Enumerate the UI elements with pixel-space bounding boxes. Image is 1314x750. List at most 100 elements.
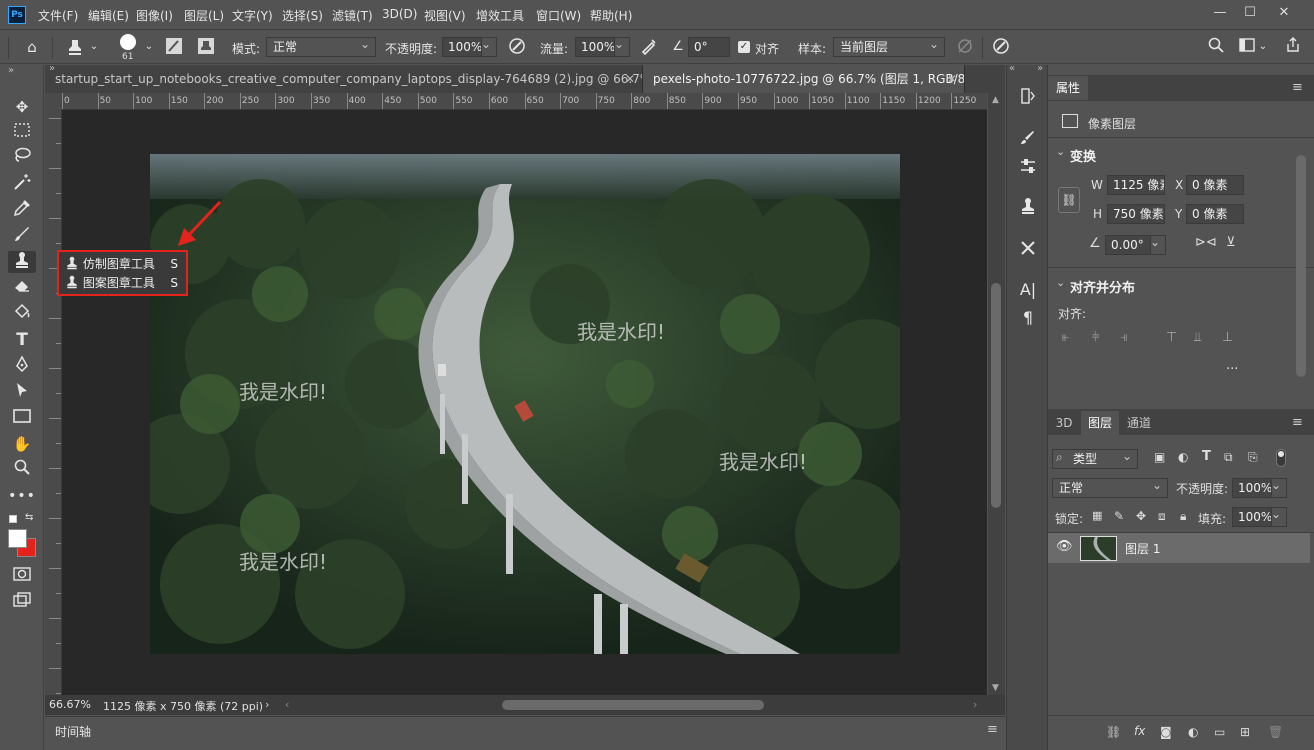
lock-transparent-icon[interactable]: ▦ (1092, 509, 1102, 522)
filter-shape-icon[interactable]: ⧉ (1224, 450, 1233, 465)
menu-type[interactable]: 文字(Y) (232, 7, 273, 24)
foreground-color-swatch[interactable] (8, 529, 27, 548)
y-input[interactable]: 0 像素 (1186, 204, 1244, 224)
close-icon[interactable]: ✕ (947, 72, 957, 86)
pressure-size-icon[interactable] (990, 37, 1012, 60)
home-icon[interactable]: ⌂ (20, 37, 44, 57)
scroll-thumb[interactable] (991, 283, 1001, 508)
transform-section-title[interactable]: 变换 (1070, 146, 1096, 165)
document-image[interactable]: 我是水印! 我是水印! 我是水印! 我是水印! (150, 154, 900, 654)
menu-plugins[interactable]: 增效工具 (476, 7, 524, 24)
tab-layers[interactable]: 图层 (1081, 411, 1119, 435)
rectangle-tool-icon[interactable] (8, 407, 36, 429)
clone-source-panel-icon[interactable] (1017, 197, 1039, 219)
menu-3d[interactable]: 3D(D) (382, 7, 417, 21)
scroll-up-icon[interactable]: ▲ (992, 95, 999, 105)
airbrush-icon[interactable] (638, 37, 660, 60)
layer-opacity-input[interactable]: 100% (1232, 478, 1272, 498)
more-options-icon[interactable]: ... (1226, 358, 1238, 373)
mode-select[interactable]: 正常 (266, 35, 376, 57)
height-input[interactable]: 750 像素 (1107, 204, 1165, 224)
layer-style-icon[interactable]: fx (1134, 724, 1145, 738)
expand-icon[interactable]: « (1009, 63, 1015, 74)
tab-3d[interactable]: 3D (1048, 411, 1080, 435)
new-layer-icon[interactable]: ⊞ (1240, 725, 1250, 739)
eraser-tool-icon[interactable] (8, 277, 36, 299)
fill-dropdown[interactable] (1271, 505, 1287, 527)
chevron-down-icon[interactable]: ⌄ (143, 37, 155, 57)
scroll-right-icon[interactable]: › (973, 698, 977, 711)
eyedropper-tool-icon[interactable] (8, 199, 36, 221)
width-input[interactable]: 1125 像素 (1107, 175, 1165, 195)
path-selection-tool-icon[interactable] (8, 381, 36, 403)
tab-document-1[interactable]: startup_start_up_notebooks_creative_comp… (45, 65, 643, 93)
brush-tool-icon[interactable] (8, 225, 36, 247)
default-colors-icon[interactable] (9, 515, 17, 523)
visibility-eye-icon[interactable]: 👁︎ (1056, 539, 1073, 554)
delete-layer-icon[interactable]: 🗑︎ (1268, 725, 1283, 739)
search-icon[interactable] (1205, 37, 1227, 58)
align-top-icon[interactable]: ⊤ (1166, 330, 1177, 345)
filter-adjustment-icon[interactable]: ◐ (1178, 450, 1188, 464)
layer-filter-select[interactable]: 类型 (1052, 447, 1138, 469)
tab-document-2[interactable]: pexels-photo-10776722.jpg @ 66.7% (图层 1,… (643, 65, 965, 93)
align-center-h-icon[interactable]: ⫩ (1092, 330, 1099, 345)
ignore-adjustment-icon[interactable] (954, 37, 976, 60)
chevron-down-icon[interactable]: ⌄ (1056, 145, 1065, 158)
sample-select[interactable]: 当前图层 (833, 35, 945, 57)
chevron-down-icon[interactable]: ⌄ (88, 37, 100, 57)
filter-type-icon[interactable]: T (1202, 449, 1211, 464)
horizontal-scroll-thumb[interactable] (502, 700, 764, 710)
swap-colors-icon[interactable]: ⇆ (25, 512, 33, 523)
screen-mode-icon[interactable] (8, 592, 36, 614)
opacity-input[interactable]: 100% (442, 37, 482, 57)
pressure-opacity-icon[interactable] (506, 37, 528, 60)
flip-horizontal-icon[interactable]: ⊳⊲ (1195, 235, 1217, 250)
magic-wand-tool-icon[interactable] (8, 173, 36, 195)
menu-view[interactable]: 视图(V) (424, 7, 466, 24)
clone-stamp-preset-icon[interactable] (62, 37, 88, 62)
scroll-left-icon[interactable]: ‹ (285, 698, 289, 711)
brush-preview-icon[interactable] (120, 34, 136, 50)
layer-row[interactable]: 👁︎ 图层 1 (1048, 533, 1310, 563)
vertical-scrollbar[interactable]: ▲ ▼ (988, 93, 1005, 695)
character-panel-icon[interactable]: A| (1017, 279, 1039, 301)
chevron-right-icon[interactable]: › (265, 698, 269, 711)
layer-name[interactable]: 图层 1 (1125, 540, 1160, 557)
aligned-checkbox[interactable]: ✓ (738, 41, 750, 53)
zoom-tool-icon[interactable] (8, 459, 36, 481)
timeline-tab[interactable]: 时间轴 (55, 723, 91, 740)
flyout-item-clone-stamp[interactable]: 仿制图章工具 S (65, 255, 186, 273)
clone-source-icon[interactable] (195, 37, 217, 60)
angle-input[interactable]: 0° (688, 37, 730, 57)
blend-mode-select[interactable]: 正常 (1052, 476, 1168, 498)
collapse-toolbar-icon[interactable]: » (8, 65, 14, 76)
minimize-button[interactable]: — (1206, 3, 1234, 25)
align-center-v-icon[interactable]: ⫫ (1194, 330, 1201, 345)
brush-panel-icon[interactable] (1017, 129, 1039, 151)
filter-toggle[interactable] (1276, 449, 1286, 467)
lasso-tool-icon[interactable] (8, 147, 36, 169)
paragraph-panel-icon[interactable]: ¶ (1017, 307, 1039, 329)
workspace-icon[interactable] (1236, 37, 1258, 57)
brush-settings-panel-icon[interactable] (1017, 157, 1039, 179)
properties-scroll-thumb[interactable] (1296, 155, 1306, 377)
menu-window[interactable]: 窗口(W) (536, 7, 581, 24)
menu-file[interactable]: 文件(F) (38, 7, 78, 24)
tab-channels[interactable]: 通道 (1120, 411, 1158, 435)
align-left-icon[interactable]: ⫦ (1062, 330, 1069, 345)
flyout-item-pattern-stamp[interactable]: 图案图章工具 S (65, 274, 186, 292)
brush-settings-icon[interactable] (163, 37, 185, 60)
align-right-icon[interactable]: ⫣ (1120, 330, 1128, 345)
pen-tool-icon[interactable] (8, 355, 36, 377)
scroll-down-icon[interactable]: ▼ (992, 683, 999, 693)
menu-layer[interactable]: 图层(L) (184, 7, 224, 24)
panel-menu-icon[interactable]: ≡ (987, 722, 998, 737)
lock-pixels-icon[interactable]: ✎ (1114, 509, 1124, 523)
zoom-level[interactable]: 66.67% (49, 698, 91, 711)
document-info[interactable]: 1125 像素 x 750 像素 (72 ppi) (103, 698, 263, 714)
type-tool-icon[interactable]: T (8, 329, 36, 351)
hand-tool-icon[interactable]: ✋ (8, 433, 36, 455)
menu-help[interactable]: 帮助(H) (590, 7, 632, 24)
add-mask-icon[interactable]: ◙ (1160, 725, 1172, 739)
